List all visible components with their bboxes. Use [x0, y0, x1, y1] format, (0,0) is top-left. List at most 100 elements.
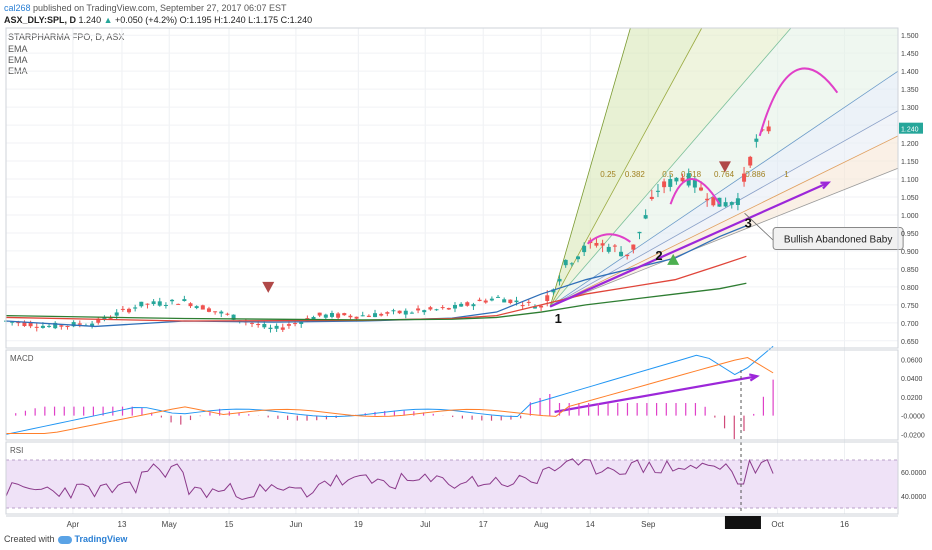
candle-body: [139, 301, 144, 307]
candle-body: [342, 313, 347, 316]
macd-divergence-arrow: [554, 375, 758, 413]
price-tick-label: 0.800: [901, 285, 919, 292]
candle-body: [502, 299, 507, 303]
last-price-tag-label: 1.240: [901, 127, 919, 134]
brand-link[interactable]: TradingView: [75, 534, 128, 544]
candle-body: [520, 305, 525, 307]
fib-label: 0.25: [600, 170, 616, 179]
candle-body: [317, 312, 322, 316]
rsi-tick-label: 60.0000: [901, 470, 926, 477]
fib-label: 0.5: [662, 170, 674, 179]
step-number-label: 2: [655, 248, 662, 263]
candle-body: [649, 196, 654, 200]
price-tick-label: 1.000: [901, 213, 919, 220]
candle-body: [47, 325, 52, 327]
candle-body: [446, 307, 451, 310]
x-tick-label: May: [162, 520, 177, 529]
macd-tick-label: 0.0600: [901, 357, 923, 364]
price-tick-label: 0.950: [901, 231, 919, 238]
candle-body: [699, 187, 704, 191]
candle-body: [65, 326, 70, 328]
candle-body: [422, 310, 427, 313]
price-tick-label: 1.400: [901, 69, 919, 76]
candle-body: [77, 323, 82, 325]
candle-body: [705, 198, 710, 201]
candle-body: [262, 324, 267, 328]
x-tick-label: 13: [118, 520, 127, 529]
candle-body: [471, 304, 476, 307]
candle-body: [723, 202, 728, 207]
fib-label: 0.382: [625, 170, 646, 179]
price-tick-label: 0.750: [901, 303, 919, 310]
price-tick-label: 1.050: [901, 195, 919, 202]
candle-body: [643, 215, 648, 219]
macd-tick-label: -0.0000: [901, 414, 925, 421]
candle-body: [268, 327, 273, 330]
candle-body: [176, 303, 181, 305]
rsi-tick-label: 40.0000: [901, 494, 926, 501]
candle-body: [674, 177, 679, 182]
candle-body: [200, 305, 205, 310]
macd-label: MACD: [10, 354, 34, 363]
candle-body: [569, 263, 574, 265]
x-tick-label: 16: [840, 520, 849, 529]
macd-tick-label: 0.0200: [901, 395, 923, 402]
x-tick-label: Jul: [420, 520, 430, 529]
chart-canvas[interactable]: 0.25 0.382 0.5 0.618 0.764 0.886 1 123Bullish …: [0, 0, 932, 550]
candle-body: [483, 300, 488, 303]
candle-body: [563, 259, 568, 266]
signal-line: [6, 357, 774, 434]
price-tick-label: 0.850: [901, 267, 919, 274]
callout-label: Bullish Abandoned Baby: [784, 235, 892, 246]
candle-body: [440, 307, 445, 309]
price-tick-label: 1.100: [901, 177, 919, 184]
candle-body: [508, 299, 513, 304]
candle-body: [582, 245, 587, 253]
candle-body: [575, 256, 580, 260]
date-marker-box: [724, 516, 761, 529]
candle-body: [526, 301, 531, 303]
candle-body: [348, 315, 353, 318]
candle-body: [225, 313, 230, 315]
candle-body: [594, 242, 599, 246]
price-tick-label: 1.450: [901, 51, 919, 58]
tradingview-logo-icon: [57, 535, 72, 544]
x-tick-label: 15: [225, 520, 234, 529]
candle-body: [293, 323, 298, 325]
candle-body: [157, 301, 162, 306]
rsi-label: RSI: [10, 446, 23, 455]
candle-body: [477, 299, 482, 302]
candle-body: [631, 244, 636, 250]
candle-body: [748, 156, 753, 166]
candle-body: [428, 307, 433, 310]
candle-body: [354, 316, 359, 319]
candle-body: [625, 254, 630, 257]
candle-body: [127, 308, 132, 313]
candle-body: [274, 325, 279, 329]
footer: Created with TradingView: [4, 534, 127, 544]
candle-body: [151, 301, 156, 305]
candle-body: [496, 296, 501, 298]
candle-body: [637, 231, 642, 234]
candle-body: [612, 245, 617, 247]
candle-body: [459, 303, 464, 307]
candle-body: [286, 324, 291, 326]
candle-body: [754, 138, 759, 142]
candle-body: [403, 310, 408, 315]
candle-body: [729, 202, 734, 205]
candle-body: [206, 308, 211, 312]
candle-body: [662, 181, 667, 188]
x-tick-label: 14: [586, 520, 595, 529]
macd-tick-label: 0.0400: [901, 376, 923, 383]
price-tick-label: 1.350: [901, 87, 919, 94]
candle-body: [545, 295, 550, 301]
candle-body: [434, 309, 439, 311]
candle-body: [409, 312, 414, 314]
candle-body: [336, 313, 341, 318]
x-tick-label: 17: [479, 520, 488, 529]
price-tick-label: 1.500: [901, 33, 919, 40]
candle-body: [452, 304, 457, 309]
candle-body: [557, 278, 562, 282]
step-number-label: 3: [745, 216, 752, 231]
candle-body: [379, 313, 384, 316]
